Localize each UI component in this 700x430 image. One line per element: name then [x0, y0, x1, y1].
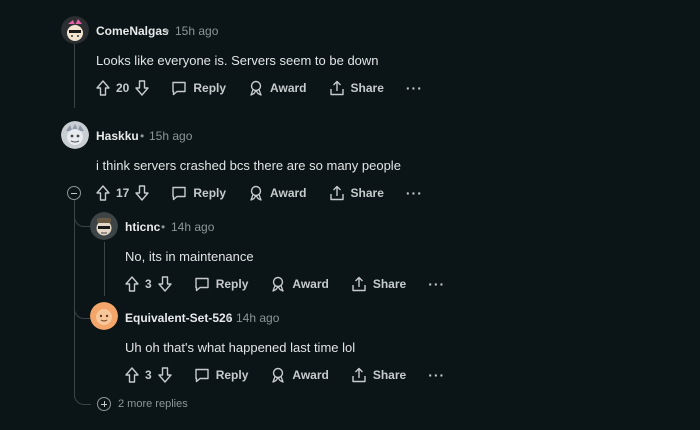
comment-timestamp[interactable]: 15h ago — [175, 24, 218, 38]
comment-timestamp[interactable]: 14h ago — [236, 311, 279, 325]
avatar[interactable] — [61, 16, 89, 44]
award-button[interactable]: Award — [248, 185, 307, 201]
vote-score: 3 — [145, 368, 152, 382]
comment-body: Looks like everyone is. Servers seem to … — [96, 53, 379, 68]
expand-plus-icon — [97, 397, 111, 411]
downvote-icon[interactable] — [135, 80, 150, 96]
downvote-icon[interactable] — [157, 367, 172, 383]
award-label: Award — [292, 368, 329, 382]
share-icon — [329, 80, 351, 96]
thread-elbow-reply-1 — [74, 200, 91, 227]
share-icon — [351, 367, 373, 383]
reply-label: Reply — [215, 368, 249, 382]
award-button[interactable]: Award — [248, 80, 307, 96]
vote-group: 17 — [96, 185, 150, 201]
comment-bubble-icon — [171, 186, 193, 201]
reply-label: Reply — [193, 81, 227, 95]
share-label: Share — [372, 368, 407, 382]
downvote-icon[interactable] — [157, 276, 172, 292]
more-options-button[interactable]: ··· — [428, 367, 445, 383]
thread-elbow-reply-2 — [74, 294, 91, 319]
comment-timestamp[interactable]: 15h ago — [149, 129, 192, 143]
avatar[interactable] — [90, 212, 118, 240]
upvote-icon[interactable] — [125, 367, 139, 383]
reply-label: Reply — [193, 186, 227, 200]
share-button[interactable]: Share — [351, 367, 406, 383]
comment-timestamp[interactable]: 14h ago — [171, 220, 214, 234]
comment-body: Uh oh that's what happened last time lol — [125, 340, 356, 355]
vote-score: 20 — [116, 81, 130, 95]
award-label: Award — [270, 186, 307, 200]
share-button[interactable]: Share — [329, 80, 384, 96]
more-options-button[interactable]: ··· — [406, 80, 423, 96]
comment-actions: 20 Reply Award Share ··· — [96, 77, 423, 99]
share-label: Share — [372, 277, 407, 291]
comment-author[interactable]: Haskku — [96, 129, 139, 143]
comment-body: No, its in maintenance — [125, 249, 254, 264]
upvote-icon[interactable] — [96, 185, 110, 201]
share-button[interactable]: Share — [351, 276, 406, 292]
vote-group: 3 — [125, 276, 172, 292]
share-label: Share — [350, 81, 384, 95]
share-label: Share — [350, 186, 384, 200]
share-icon — [351, 276, 373, 292]
reply-button[interactable]: Reply — [194, 368, 249, 383]
thread-line-hticnc — [104, 242, 105, 296]
award-icon — [248, 185, 270, 201]
avatar[interactable] — [90, 302, 118, 330]
award-icon — [248, 80, 270, 96]
share-button[interactable]: Share — [329, 185, 384, 201]
comment-author[interactable]: ComeNalgas — [96, 24, 169, 38]
upvote-icon[interactable] — [125, 276, 139, 292]
comment-actions: 3 Reply Award Share ··· — [125, 364, 445, 386]
vote-group: 3 — [125, 367, 172, 383]
award-icon — [270, 276, 292, 292]
reply-button[interactable]: Reply — [171, 186, 226, 201]
award-button[interactable]: Award — [270, 276, 329, 292]
comment-separator: • — [161, 220, 166, 234]
reply-label: Reply — [215, 277, 249, 291]
thread-elbow-more — [74, 380, 91, 405]
more-replies-label: 2 more replies — [118, 398, 188, 410]
comment-separator: • — [165, 24, 170, 38]
upvote-icon[interactable] — [96, 80, 110, 96]
comment-separator: • — [140, 129, 145, 143]
comment-author[interactable]: Equivalent-Set-526 — [125, 311, 232, 325]
downvote-icon[interactable] — [135, 185, 150, 201]
reply-button[interactable]: Reply — [194, 277, 249, 292]
reply-button[interactable]: Reply — [171, 81, 226, 96]
share-icon — [329, 185, 351, 201]
comment-bubble-icon — [194, 277, 216, 292]
comment-actions: 3 Reply Award Share ··· — [125, 273, 445, 295]
vote-group: 20 — [96, 80, 150, 96]
more-options-button[interactable]: ··· — [428, 276, 445, 292]
award-icon — [270, 367, 292, 383]
collapse-thread-button[interactable] — [67, 186, 81, 200]
comment-separator: • — [226, 311, 231, 325]
comment-bubble-icon — [194, 368, 216, 383]
comment-author[interactable]: hticnc — [125, 220, 160, 234]
award-button[interactable]: Award — [270, 367, 329, 383]
thread-line-top — [74, 44, 75, 108]
award-label: Award — [292, 277, 329, 291]
vote-score: 17 — [116, 186, 130, 200]
avatar[interactable] — [61, 121, 89, 149]
comment-body: i think servers crashed bcs there are so… — [96, 158, 401, 173]
more-replies-button[interactable]: 2 more replies — [97, 397, 188, 411]
award-label: Award — [270, 81, 307, 95]
vote-score: 3 — [145, 277, 152, 291]
more-options-button[interactable]: ··· — [406, 185, 423, 201]
comment-actions: 17 Reply Award Share ··· — [96, 182, 423, 204]
comment-bubble-icon — [171, 81, 193, 96]
